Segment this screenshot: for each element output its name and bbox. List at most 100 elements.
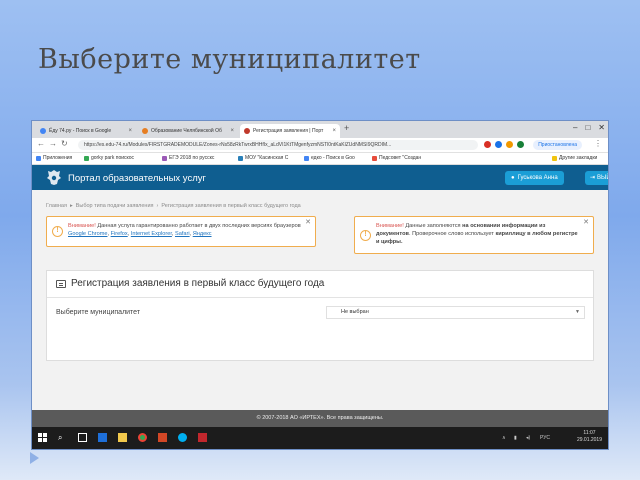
close-alert-icon[interactable]: ✕ bbox=[583, 219, 589, 227]
site-favicon-icon bbox=[142, 128, 148, 134]
slide-title: Выберите муниципалитет bbox=[38, 44, 421, 75]
bookmark-icon bbox=[238, 155, 243, 161]
menu-icon[interactable]: ⋮ bbox=[594, 139, 602, 148]
clock-date: 29.01.2019 bbox=[576, 437, 602, 443]
dropdown-arrow-icon: ▼ bbox=[575, 309, 580, 315]
ie-link[interactable]: Internet Explorer bbox=[131, 231, 172, 237]
coat-of-arms-icon bbox=[47, 170, 61, 185]
bookmark-other[interactable]: Другие закладки bbox=[552, 155, 597, 161]
panel-title: Регистрация заявления в первый класс буд… bbox=[71, 278, 325, 289]
pdf-reader-icon[interactable] bbox=[198, 433, 207, 442]
alert-prefix: Внимание! bbox=[376, 223, 404, 229]
alert-text: Внимание! Данная услуга гарантированно р… bbox=[68, 223, 301, 237]
chrome-icon[interactable] bbox=[138, 433, 147, 442]
bookmark-item[interactable]: Педсовет "Создан bbox=[372, 155, 421, 161]
bookmark-item[interactable]: ЕГЭ 2018 по русскс bbox=[162, 155, 214, 161]
bookmark-label: МОУ "Касинская С bbox=[245, 155, 289, 161]
municipality-label: Выберите муниципалитет bbox=[56, 309, 141, 316]
bookmark-label: едко - Поиск в Goo bbox=[311, 155, 355, 161]
bookmark-item[interactable]: едко - Поиск в Goo bbox=[304, 155, 355, 161]
bookmark-label: Другие закладки bbox=[559, 155, 598, 161]
tab-label: Регистрация заявления | Порт bbox=[253, 128, 324, 134]
portal-title[interactable]: Портал образовательных услуг bbox=[68, 173, 206, 184]
firefox-link[interactable]: Firefox bbox=[111, 231, 128, 237]
reload-icon[interactable]: ↻ bbox=[61, 139, 68, 148]
google-favicon-icon bbox=[40, 128, 46, 134]
extension-icon[interactable] bbox=[484, 141, 491, 148]
bookmark-icon bbox=[84, 155, 89, 161]
apps-icon bbox=[36, 155, 41, 161]
user-name: Гуськова Анна bbox=[517, 175, 558, 181]
bookmark-icon bbox=[304, 155, 309, 161]
breadcrumb-item[interactable]: Выбор типа подачи заявления bbox=[76, 203, 154, 209]
close-window-button[interactable]: ✕ bbox=[598, 123, 605, 132]
language-indicator[interactable]: РУС bbox=[540, 435, 550, 441]
tab-label: Ёду 74.ру - Поиск в Google bbox=[49, 128, 112, 134]
chrome-link[interactable]: Google Chrome bbox=[68, 231, 108, 237]
close-tab-icon[interactable]: × bbox=[230, 128, 234, 134]
bookmark-apps[interactable]: Приложения bbox=[36, 155, 72, 161]
tab-label: Образование Челябинской Об bbox=[151, 128, 222, 134]
network-icon[interactable]: ▮ bbox=[514, 435, 517, 441]
task-view-icon[interactable] bbox=[78, 433, 87, 442]
windows-start-icon[interactable] bbox=[38, 433, 47, 442]
extension-icon[interactable] bbox=[517, 141, 524, 148]
browser-tab[interactable]: Ёду 74.ру - Поиск в Google × bbox=[36, 124, 136, 138]
skype-icon[interactable] bbox=[178, 433, 187, 442]
separator-icon: › bbox=[156, 203, 159, 209]
breadcrumb: Главная ▸ Выбор типа подачи заявления › Реги… bbox=[46, 203, 301, 209]
yandex-link[interactable]: Яндекс bbox=[193, 231, 212, 237]
bookmark-item[interactable]: gorky park поискос bbox=[84, 155, 134, 161]
close-tab-icon[interactable]: × bbox=[128, 128, 132, 134]
form-icon bbox=[56, 280, 66, 288]
bookmark-item[interactable]: МОУ "Касинская С bbox=[238, 155, 288, 161]
extension-icon[interactable] bbox=[506, 141, 513, 148]
windows-taskbar: ⌕ ∧ ▮ ◂) РУС 11:07 29.01.2019 bbox=[32, 427, 608, 449]
window-controls: – □ ✕ bbox=[573, 123, 605, 132]
bookmarks-bar: Приложения gorky park поискос ЕГЭ 2018 п… bbox=[32, 153, 608, 165]
logout-button[interactable]: ⇥ ВЫЙТИ bbox=[585, 171, 608, 185]
safari-link[interactable]: Safari bbox=[175, 231, 190, 237]
site-header: Портал образовательных услуг ● Гуськова … bbox=[32, 165, 608, 190]
alert-message: Данная услуга гарантированно работает в … bbox=[97, 223, 301, 229]
registration-panel: Регистрация заявления в первый класс буд… bbox=[46, 270, 594, 361]
alert-message: Данные заполняются bbox=[405, 223, 461, 229]
browser-tab[interactable]: Образование Челябинской Об × bbox=[138, 124, 238, 138]
extension-icon[interactable] bbox=[495, 141, 502, 148]
new-tab-button[interactable]: + bbox=[344, 123, 349, 133]
minimize-button[interactable]: – bbox=[573, 123, 577, 132]
separator-icon: ▸ bbox=[69, 203, 73, 209]
edge-browser-icon[interactable] bbox=[98, 433, 107, 442]
tray-chevron-icon[interactable]: ∧ bbox=[502, 435, 506, 441]
maximize-button[interactable]: □ bbox=[585, 123, 590, 132]
profile-chip[interactable]: Приостановлена bbox=[533, 140, 582, 150]
select-value: Не выбран bbox=[341, 309, 369, 315]
back-icon[interactable]: ← bbox=[37, 139, 45, 148]
url-bar[interactable]: https://es.edu-74.ru/Modules/FIRSTGRADEM… bbox=[78, 140, 478, 150]
search-icon[interactable]: ⌕ bbox=[58, 433, 67, 442]
file-explorer-icon[interactable] bbox=[118, 433, 127, 442]
alert-message: . Проверочное слово использует bbox=[408, 231, 494, 237]
warning-icon: ! bbox=[52, 226, 63, 237]
municipality-select[interactable]: Не выбран ▼ bbox=[326, 306, 585, 319]
clock-time: 11:07 bbox=[583, 430, 596, 436]
bookmark-label: ЕГЭ 2018 по русскс bbox=[169, 155, 215, 161]
user-icon: ● bbox=[511, 175, 515, 181]
breadcrumb-home[interactable]: Главная bbox=[46, 203, 67, 209]
bookmark-label: Педсовет "Создан bbox=[379, 155, 422, 161]
folder-icon bbox=[552, 155, 557, 161]
volume-icon[interactable]: ◂) bbox=[526, 435, 530, 441]
forward-icon[interactable]: → bbox=[49, 139, 57, 148]
bookmark-icon bbox=[162, 155, 167, 161]
user-profile-button[interactable]: ● Гуськова Анна bbox=[505, 171, 564, 185]
close-tab-icon[interactable]: × bbox=[332, 128, 336, 134]
clock[interactable]: 11:07 29.01.2019 bbox=[577, 430, 602, 444]
alert-prefix: Внимание! bbox=[68, 223, 96, 229]
powerpoint-icon[interactable] bbox=[158, 433, 167, 442]
screenshot-frame: Ёду 74.ру - Поиск в Google × Образование… bbox=[32, 121, 608, 449]
alert-text: Внимание! Данные заполняются на основани… bbox=[376, 222, 581, 246]
close-alert-icon[interactable]: ✕ bbox=[305, 219, 311, 227]
site-footer: © 2007-2018 АО «ИРТЕХ». Все права защище… bbox=[32, 410, 608, 427]
bookmark-label: Приложения bbox=[43, 155, 73, 161]
browser-tab-active[interactable]: Регистрация заявления | Порт × bbox=[240, 124, 340, 138]
